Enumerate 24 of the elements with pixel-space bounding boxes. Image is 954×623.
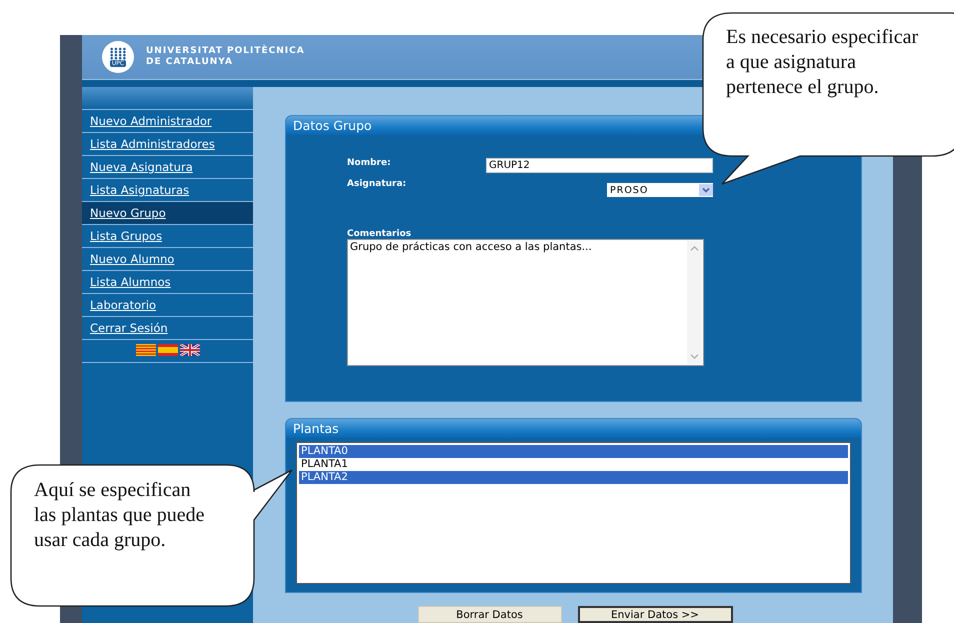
list-option[interactable]: PLANTA0 bbox=[299, 445, 848, 458]
uk-flag-icon[interactable] bbox=[180, 344, 200, 356]
nav-link[interactable]: Nuevo Grupo bbox=[82, 201, 253, 224]
catalan-flag-icon[interactable] bbox=[136, 344, 156, 356]
panel-title: Plantas bbox=[286, 419, 861, 438]
comments-field[interactable]: Grupo de prácticas con acceso a las plantas... bbox=[347, 239, 704, 366]
field-label: Asignatura: bbox=[347, 179, 406, 189]
university-name: UNIVERSITAT POLITÈCNICA bbox=[146, 46, 305, 57]
plants-list[interactable]: PLANTA0 PLANTA1 PLANTA2 bbox=[296, 442, 851, 584]
dots-icon bbox=[109, 47, 127, 60]
spanish-flag-icon[interactable] bbox=[158, 344, 178, 356]
scrollbar[interactable] bbox=[687, 241, 702, 364]
submit-button[interactable]: Enviar Datos >> bbox=[578, 606, 732, 623]
list-option[interactable]: PLANTA1 bbox=[299, 458, 848, 471]
field-label: Comentarios bbox=[347, 229, 412, 239]
list-option[interactable]: PLANTA2 bbox=[299, 471, 848, 484]
field-label: Nombre: bbox=[347, 158, 391, 168]
callout-text: Es necesario especificar a que asignatura pertenece el grupo. bbox=[725, 25, 920, 100]
chevron-icon bbox=[699, 184, 713, 196]
reset-button[interactable]: Borrar Datos bbox=[418, 606, 562, 623]
subject-dropdown[interactable]: PROSO bbox=[607, 183, 713, 197]
name-field[interactable]: GRUP12 bbox=[486, 158, 713, 173]
university-name: DE CATALUNYA bbox=[146, 57, 234, 68]
callout-text: Aquí se especifican las plantas que puede usar cada grupo. bbox=[33, 478, 206, 553]
